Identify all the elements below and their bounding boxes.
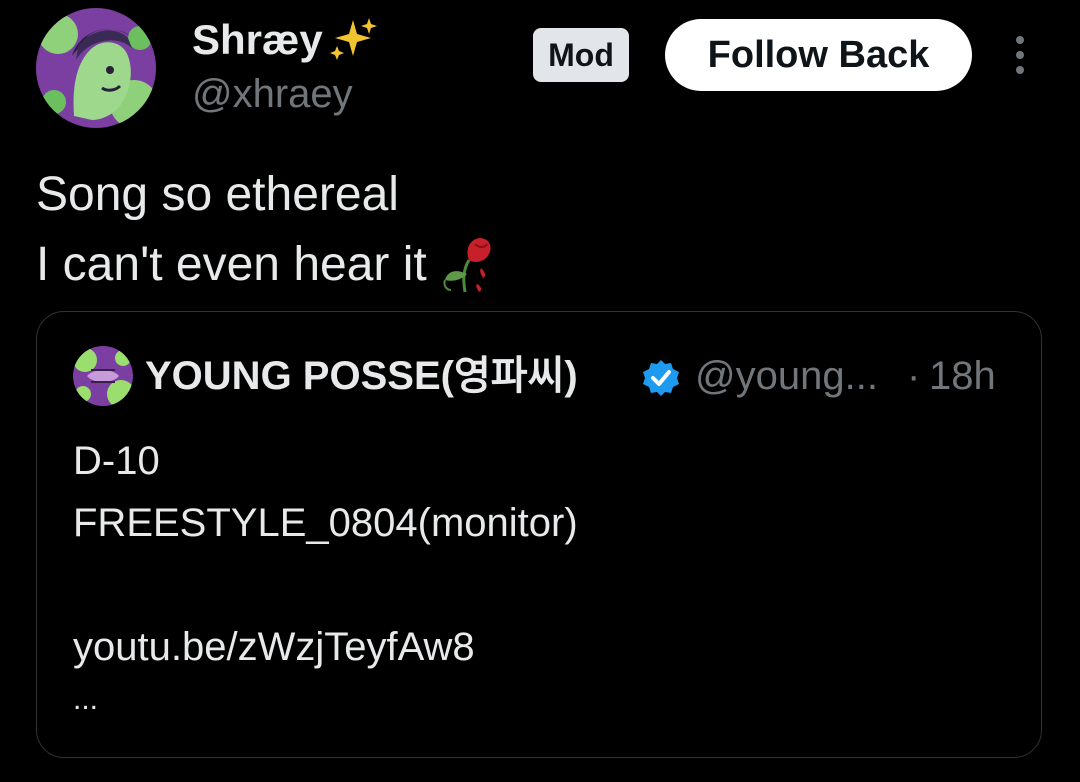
quote-author-name[interactable]: YOUNG POSSE(영파씨): [145, 350, 578, 402]
tweet-text: Song so ethereal I can't even hear it: [36, 160, 493, 314]
author-name-text: Shræy: [192, 16, 323, 63]
author-avatar[interactable]: [36, 8, 156, 128]
sparkles-icon: [329, 16, 377, 72]
tweet-line-2-text: I can't even hear it: [36, 238, 427, 291]
tweet-line-2: I can't even hear it: [36, 230, 493, 314]
mod-badge: Mod: [533, 28, 629, 82]
wilted-rose-icon: [441, 234, 493, 314]
quote-avatar-image: [73, 346, 133, 406]
verified-badge-icon: [641, 358, 681, 398]
avatar-image: [36, 8, 156, 128]
quote-link[interactable]: youtu.be/zWzjTeyfAw8: [73, 616, 578, 678]
quote-ellipsis: ...: [73, 683, 99, 716]
quoted-tweet-card[interactable]: YOUNG POSSE(영파씨) @young... · 18h D-10 FR…: [36, 311, 1042, 758]
follow-back-button[interactable]: Follow Back: [665, 19, 972, 91]
quote-separator: ·: [907, 354, 921, 398]
author-display-name[interactable]: Shræy: [192, 14, 377, 72]
quote-body: D-10 FREESTYLE_0804(monitor) youtu.be/zW…: [73, 430, 578, 678]
quote-timestamp[interactable]: 18h: [929, 350, 996, 402]
more-vertical-icon[interactable]: [1008, 34, 1032, 78]
quote-line-3: [73, 554, 578, 616]
quote-author-handle[interactable]: @young...: [695, 350, 878, 402]
quote-line-2: FREESTYLE_0804(monitor): [73, 501, 578, 545]
quote-line-1: D-10: [73, 439, 160, 483]
quote-author-avatar[interactable]: [73, 346, 133, 406]
tweet-line-1: Song so ethereal: [36, 168, 399, 221]
author-handle[interactable]: @xhraey: [192, 70, 353, 118]
